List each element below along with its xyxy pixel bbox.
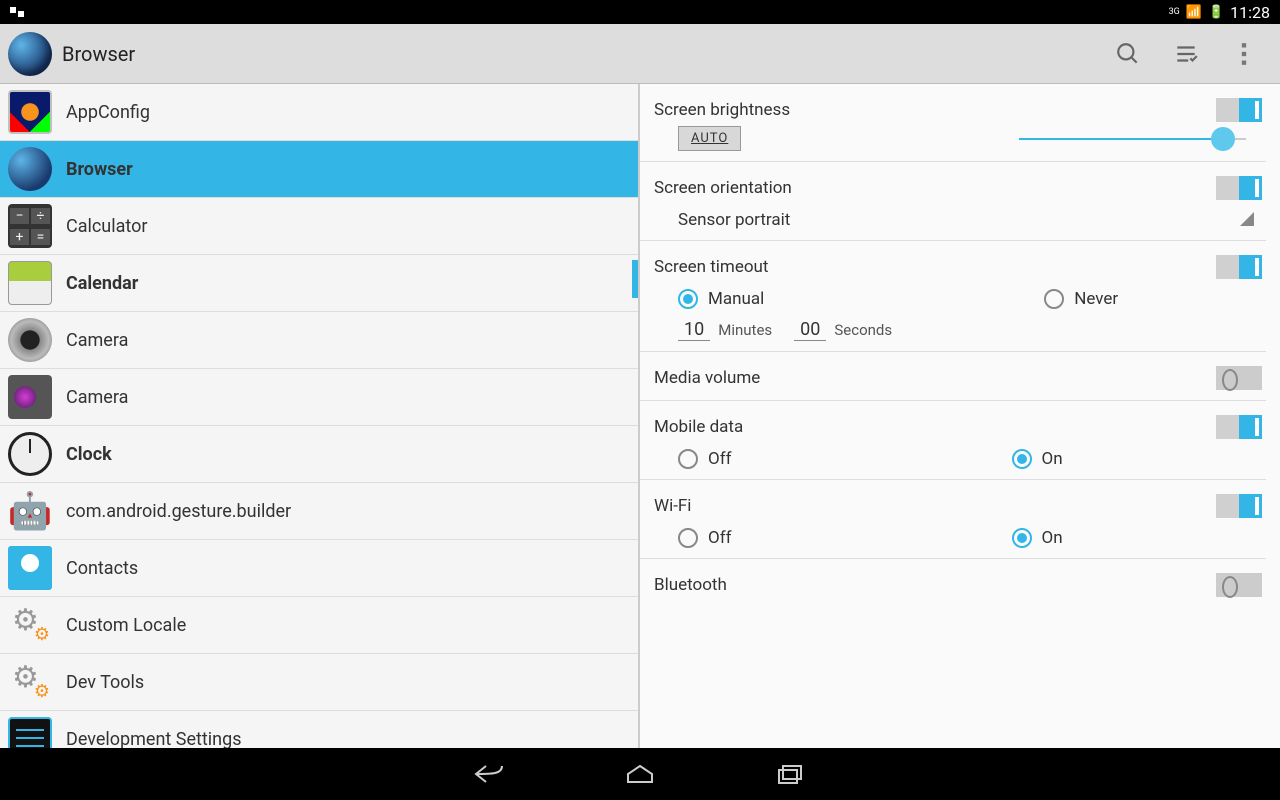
contacts-icon [8,546,52,590]
mobile-toggle[interactable] [1216,415,1262,439]
camera1-icon [8,318,52,362]
app-label: Clock [66,444,112,465]
timeout-minutes-input[interactable]: 10 [678,319,710,341]
appconfig-icon [8,90,52,134]
camera2-icon [8,375,52,419]
app-label: Calendar [66,273,138,294]
bluetooth-label: Bluetooth [654,575,727,595]
app-row-calculator[interactable]: −÷+= Calculator [0,198,638,255]
media-toggle[interactable] [1216,366,1262,390]
android-icon: 🤖 [8,489,52,533]
nav-bar [0,748,1280,800]
bluetooth-toggle[interactable] [1216,573,1262,597]
app-label: Calculator [66,216,147,237]
scroll-marker [632,260,638,298]
app-label: Camera [66,330,128,351]
network-indicator: 3G [1169,7,1180,17]
app-row-appconfig[interactable]: AppConfig [0,84,638,141]
gear-icon [8,603,52,647]
app-label: AppConfig [66,102,150,123]
timeout-seconds-input[interactable]: 00 [794,319,826,341]
status-bar: 3G 📶 🔋 11:28 [0,0,1280,24]
app-label: Camera [66,387,128,408]
app-row-contacts[interactable]: Contacts [0,540,638,597]
clock-icon [8,432,52,476]
app-icon-browser [8,32,52,76]
app-row-dev-tools[interactable]: Dev Tools [0,654,638,711]
setting-bluetooth: Bluetooth [640,559,1266,607]
timeout-radio-manual[interactable]: Manual [678,289,764,309]
orientation-spinner[interactable]: Sensor portrait [654,200,1266,230]
wifi-label: Wi-Fi [654,496,691,516]
setting-brightness: Screen brightness AUTO [640,84,1266,162]
setting-wifi: Wi-Fi Off On [640,480,1266,559]
browser-icon [8,147,52,191]
app-list[interactable]: AppConfig Browser −÷+= Calculator Calendar Ca… [0,84,640,748]
media-label: Media volume [654,368,760,388]
app-label: Contacts [66,558,138,579]
app-row-camera[interactable]: Camera [0,312,638,369]
radio-icon [1012,528,1032,548]
app-label: Browser [66,159,133,180]
app-row-camera[interactable]: Camera [0,369,638,426]
recents-button[interactable] [770,759,810,789]
overflow-menu-icon[interactable] [1230,40,1258,68]
timeout-label: Screen timeout [654,257,768,277]
app-label: Dev Tools [66,672,144,693]
clock-time: 11:28 [1230,3,1270,22]
checklist-icon[interactable] [1172,40,1200,68]
timeout-radio-never[interactable]: Never [1044,289,1118,309]
setting-media-volume: Media volume [640,352,1266,401]
orientation-label: Screen orientation [654,178,792,198]
brightness-label: Screen brightness [654,100,790,120]
battery-icon: 🔋 [1208,5,1224,20]
mobile-radio-on[interactable]: On [1012,449,1063,469]
radio-icon [678,289,698,309]
seconds-label: Seconds [834,321,892,339]
app-label: Custom Locale [66,615,186,636]
radio-icon [1012,449,1032,469]
setting-orientation: Screen orientation Sensor portrait [640,162,1266,241]
settings-panel: Screen brightness AUTO Screen orientatio… [640,84,1280,748]
radio-icon [678,528,698,548]
radio-icon [1044,289,1064,309]
app-label: Development Settings [66,729,242,749]
setting-timeout: Screen timeout Manual Never 10 Minutes 0… [640,241,1266,352]
app-row-com-android-gesture-builder[interactable]: 🤖 com.android.gesture.builder [0,483,638,540]
page-title: Browser [62,42,1114,66]
gear-icon [8,660,52,704]
blackberry-logo-icon [10,5,28,19]
signal-icon: 📶 [1186,5,1202,20]
action-bar: Browser [0,24,1280,84]
mobile-label: Mobile data [654,417,743,437]
orientation-toggle[interactable] [1216,176,1262,200]
brightness-slider[interactable] [1019,138,1246,140]
dropdown-icon [1240,212,1254,226]
brightness-toggle[interactable] [1216,98,1262,122]
app-row-clock[interactable]: Clock [0,426,638,483]
minutes-label: Minutes [718,321,772,339]
app-row-development-settings[interactable]: Development Settings [0,711,638,748]
wifi-radio-off[interactable]: Off [678,528,732,548]
sliders-icon [8,717,52,748]
app-label: com.android.gesture.builder [66,501,291,522]
app-row-browser[interactable]: Browser [0,141,638,198]
search-icon[interactable] [1114,40,1142,68]
timeout-toggle[interactable] [1216,255,1262,279]
back-button[interactable] [470,759,510,789]
wifi-toggle[interactable] [1216,494,1262,518]
app-row-calendar[interactable]: Calendar [0,255,638,312]
radio-icon [678,449,698,469]
wifi-radio-on[interactable]: On [1012,528,1063,548]
calendar-icon [8,261,52,305]
app-row-custom-locale[interactable]: Custom Locale [0,597,638,654]
mobile-radio-off[interactable]: Off [678,449,732,469]
auto-brightness-button[interactable]: AUTO [678,126,741,151]
home-button[interactable] [620,759,660,789]
setting-mobile-data: Mobile data Off On [640,401,1266,480]
calc-icon: −÷+= [8,204,52,248]
